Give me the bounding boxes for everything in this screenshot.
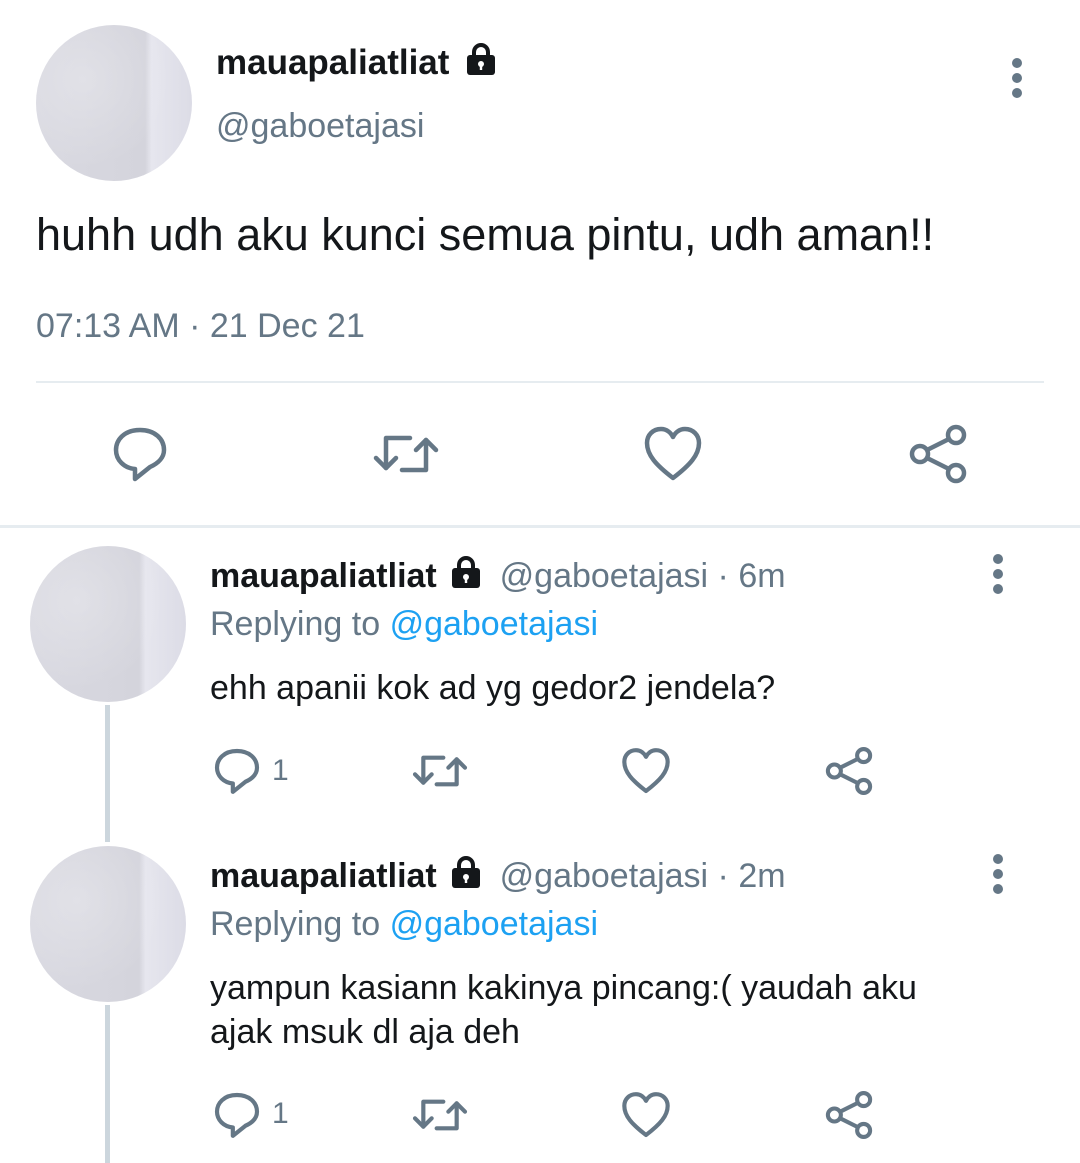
heart-icon[interactable]	[620, 746, 672, 796]
reply-text: yampun kasiann kakinya pincang:( yaudah …	[210, 966, 917, 1054]
display-name[interactable]: mauapaliatliat	[210, 857, 437, 895]
handle[interactable]: @gaboetajasi	[216, 106, 424, 146]
relative-time[interactable]: · 6m	[718, 557, 786, 595]
display-name[interactable]: mauapaliatliat	[210, 557, 437, 595]
lock-icon	[452, 556, 481, 588]
divider	[36, 381, 1044, 383]
reply-header: mauapaliatliat @gaboetajasi · 6m	[210, 555, 786, 597]
retweet-icon[interactable]	[410, 746, 470, 796]
reply-text-line: ajak msuk dl aja deh	[210, 1013, 520, 1051]
share-icon[interactable]	[906, 422, 970, 486]
more-options-icon[interactable]	[1002, 54, 1032, 104]
display-name-text[interactable]: mauapaliatliat	[216, 43, 449, 82]
handle[interactable]: @gaboetajasi	[500, 857, 708, 895]
reply-icon[interactable]	[212, 1090, 262, 1140]
reply-header: mauapaliatliat @gaboetajasi · 2m	[210, 855, 786, 897]
tweet-text: huhh udh aku kunci semua pintu, udh aman…	[36, 209, 935, 260]
avatar[interactable]	[30, 846, 186, 1002]
reply-text-line: yampun kasiann kakinya pincang:( yaudah …	[210, 969, 917, 1007]
reply-icon[interactable]	[110, 424, 170, 484]
section-divider	[0, 525, 1080, 528]
replying-to-handle[interactable]: @gaboetajasi	[390, 905, 598, 943]
avatar[interactable]	[30, 546, 186, 702]
reply-icon[interactable]	[212, 746, 262, 796]
timestamp[interactable]: 07:13 AM · 21 Dec 21	[36, 306, 365, 346]
replying-to: Replying to @gaboetajasi	[210, 903, 598, 945]
replying-to-label: Replying to	[210, 905, 381, 943]
lock-icon	[467, 43, 496, 75]
more-options-icon[interactable]	[983, 550, 1013, 600]
reply-count: 1	[272, 754, 289, 787]
thread-line	[105, 705, 110, 842]
replying-to: Replying to @gaboetajasi	[210, 603, 598, 645]
share-icon[interactable]	[823, 745, 875, 797]
heart-icon[interactable]	[642, 424, 704, 484]
retweet-icon[interactable]	[410, 1090, 470, 1140]
more-options-icon[interactable]	[983, 850, 1013, 900]
relative-time[interactable]: · 2m	[718, 857, 786, 895]
thread-line	[105, 1005, 110, 1163]
retweet-icon[interactable]	[370, 424, 442, 484]
avatar[interactable]	[36, 25, 192, 181]
heart-icon[interactable]	[620, 1090, 672, 1140]
share-icon[interactable]	[823, 1089, 875, 1141]
replying-to-handle[interactable]: @gaboetajasi	[390, 605, 598, 643]
reply-text: ehh apanii kok ad yg gedor2 jendela?	[210, 669, 776, 707]
replying-to-label: Replying to	[210, 605, 381, 643]
reply-count: 1	[272, 1097, 289, 1130]
handle[interactable]: @gaboetajasi	[500, 557, 708, 595]
lock-icon	[452, 856, 481, 888]
display-name[interactable]: mauapaliatliat	[216, 42, 497, 83]
